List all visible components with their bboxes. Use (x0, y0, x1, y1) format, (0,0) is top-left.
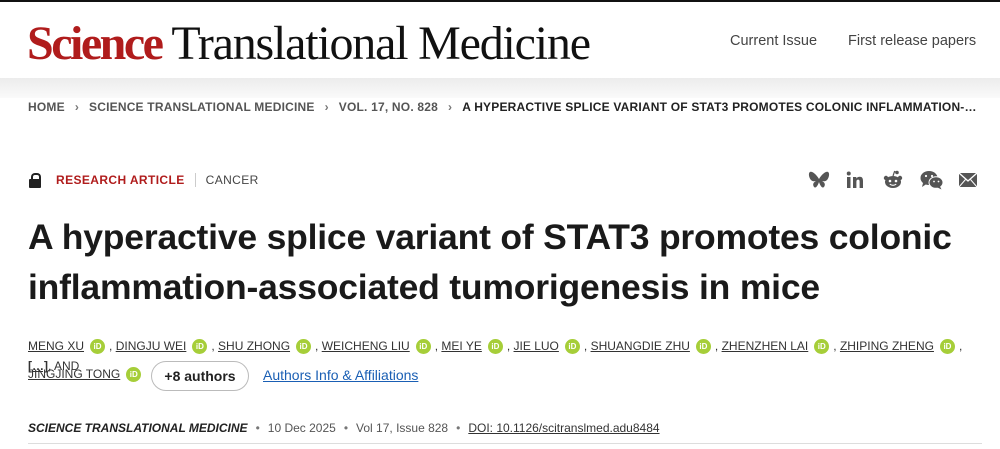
reddit-icon[interactable] (882, 170, 904, 195)
doi-link[interactable]: DOI: 10.1126/scitranslmed.adu8484 (468, 421, 659, 435)
orcid-icon[interactable]: iD (564, 339, 580, 355)
site-header: Science Translational Medicine Current I… (0, 2, 1000, 78)
orcid-icon[interactable]: iD (126, 367, 142, 383)
article-title: A hyperactive splice variant of STAT3 pr… (28, 217, 952, 307)
separator-dot: • (343, 421, 349, 435)
orcid-icon[interactable]: iD (415, 339, 431, 355)
bluesky-icon[interactable] (808, 170, 830, 195)
site-logo[interactable]: Science Translational Medicine (27, 14, 591, 74)
separator-dot: • (255, 421, 260, 435)
nav-current-issue[interactable]: Current Issue (730, 33, 817, 49)
orcid-icon[interactable]: iD (939, 339, 955, 355)
breadcrumb-journal[interactable]: SCIENCE TRANSLATIONAL MEDICINE (89, 100, 315, 114)
journal-name: SCIENCE TRANSLATIONAL MEDICINE (28, 421, 248, 435)
orcid-icon[interactable]: iD (814, 339, 830, 355)
author-name[interactable]: MEI YE (441, 339, 481, 353)
citation-line: SCIENCE TRANSLATIONAL MEDICINE • 10 Dec 20… (28, 421, 660, 435)
article-subject[interactable]: CANCER (206, 173, 259, 187)
divider (194, 173, 196, 187)
article-meta-row: RESEARCH ARTICLE CANCER (28, 172, 259, 188)
separator-dot: • (456, 421, 461, 435)
logo-rest: Translational Medicine (161, 17, 591, 70)
orcid-icon[interactable]: iD (487, 339, 503, 355)
breadcrumb: HOME › SCIENCE TRANSLATIONAL MEDICINE › VOL.… (28, 100, 977, 114)
author-name[interactable]: JIE LUO (514, 339, 559, 353)
wechat-icon[interactable] (920, 170, 944, 195)
breadcrumb-current: A HYPERACTIVE SPLICE VARIANT OF STAT3 PR… (462, 100, 977, 114)
orcid-icon[interactable]: iD (296, 339, 312, 355)
header-shadow-band (0, 78, 1000, 98)
lock-icon (28, 172, 42, 188)
volume-issue: Vol 17, Issue 828 (356, 421, 449, 435)
nav-first-release-papers[interactable]: First release papers (848, 33, 976, 49)
logo-science: Science (27, 17, 164, 70)
publish-date: 10 Dec 2025 (267, 421, 336, 435)
chevron-right-icon: › (448, 100, 453, 114)
email-icon[interactable] (958, 172, 978, 193)
author-name[interactable]: SHUANGDIE ZHU (591, 339, 690, 353)
orcid-icon[interactable]: iD (695, 339, 711, 355)
author-name[interactable]: JINGJING TONG (28, 367, 120, 381)
author-name[interactable]: SHU ZHONG (218, 339, 290, 353)
authors-affiliations-link[interactable]: Authors Info & Affiliations (263, 367, 418, 383)
author-name[interactable]: WEICHENG LIU (322, 339, 410, 353)
divider-line (28, 443, 982, 444)
breadcrumb-volume[interactable]: VOL. 17, NO. 828 (339, 100, 438, 114)
more-authors-button[interactable]: +8 authors (151, 361, 249, 391)
chevron-right-icon: › (324, 100, 329, 114)
article-type[interactable]: RESEARCH ARTICLE (56, 173, 185, 187)
orcid-icon[interactable]: iD (192, 339, 208, 355)
orcid-icon[interactable]: iD (90, 339, 106, 355)
author-name[interactable]: ZHENZHEN LAI (722, 339, 809, 353)
author-name[interactable]: DINGJU WEI (116, 339, 187, 353)
author-name[interactable]: ZHIPING ZHENG (840, 339, 934, 353)
breadcrumb-home[interactable]: HOME (28, 100, 65, 114)
chevron-right-icon: › (74, 100, 80, 114)
author-name[interactable]: MENG XU (28, 339, 84, 353)
linkedin-icon[interactable] (846, 171, 864, 194)
